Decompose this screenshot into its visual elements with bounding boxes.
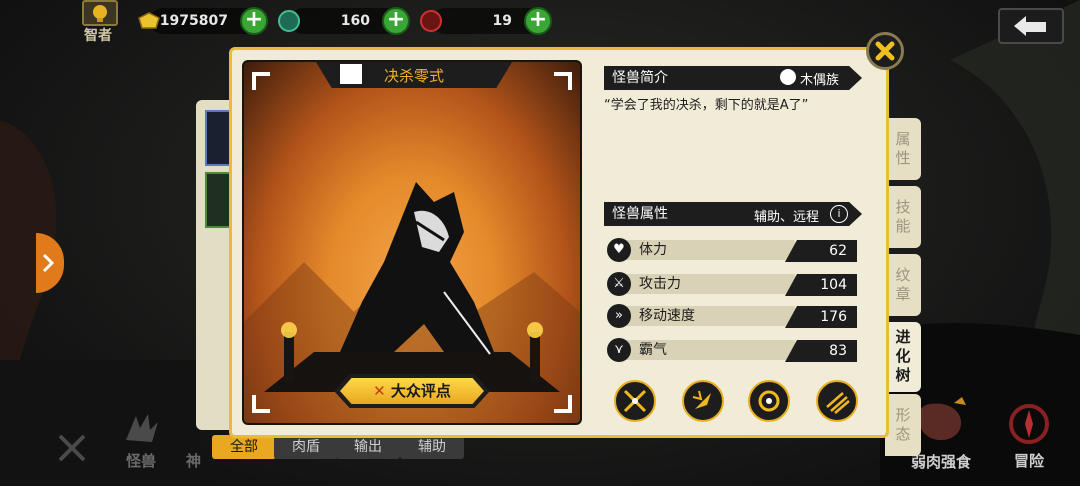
skill-slot-4[interactable] bbox=[816, 380, 858, 422]
target-skill-icon bbox=[758, 390, 780, 412]
close-button[interactable] bbox=[866, 32, 904, 70]
gold-value: 1975807 bbox=[159, 13, 228, 29]
heart-icon: ♥ bbox=[607, 238, 631, 262]
attr-title: 怪兽属性 bbox=[612, 206, 668, 222]
filter-all[interactable]: 全部 bbox=[212, 435, 276, 459]
sword-icon: ⚔ bbox=[607, 272, 631, 296]
expand-left-button[interactable] bbox=[36, 233, 64, 293]
stat-label: 移动速度 bbox=[639, 308, 695, 324]
nav-adventure[interactable]: 冒险 bbox=[1004, 400, 1054, 475]
monster-claw-icon bbox=[126, 414, 158, 442]
intro-title: 怪兽简介 bbox=[612, 70, 668, 86]
race-puppet-icon bbox=[780, 69, 796, 85]
gold-counter: 1975807 + bbox=[138, 7, 268, 35]
green-currency-value: 160 bbox=[340, 13, 370, 29]
add-green-button[interactable]: + bbox=[382, 7, 410, 35]
slash-skill-icon bbox=[826, 392, 850, 414]
chevron-right-icon bbox=[42, 253, 55, 273]
dagger-burst-skill-icon bbox=[692, 390, 711, 409]
stat-hp: ♥ 体力 62 bbox=[607, 238, 857, 262]
stat-value: 176 bbox=[785, 306, 857, 328]
attr-header: 怪兽属性 bbox=[604, 202, 862, 226]
rank-badge[interactable] bbox=[82, 0, 118, 26]
crossed-swords-icon bbox=[58, 434, 86, 462]
stat-value: 62 bbox=[785, 240, 857, 262]
monster-quote: “学会了我的决杀，剩下的就是A了” bbox=[604, 98, 809, 113]
info-icon[interactable]: i bbox=[830, 205, 848, 223]
roles-label: 辅助、远程 bbox=[754, 210, 820, 225]
race-label: 木偶族 bbox=[800, 73, 840, 88]
tab-evolution[interactable]: 进化树 bbox=[885, 322, 921, 392]
crossed-blades-skill-icon bbox=[623, 389, 647, 413]
tab-emblem-label: 纹章 bbox=[895, 266, 911, 303]
speed-icon: » bbox=[607, 304, 631, 328]
tab-attributes-label: 属性 bbox=[895, 130, 911, 167]
tab-emblem[interactable]: 纹章 bbox=[885, 254, 921, 316]
rating-button-label: 大众评点 bbox=[390, 382, 451, 400]
tab-attributes[interactable]: 属性 bbox=[885, 118, 921, 180]
rank-label: 智者 bbox=[84, 28, 112, 44]
green-currency-counter: 160 + bbox=[278, 7, 410, 35]
stat-label: 霸气 bbox=[639, 342, 667, 358]
add-red-button[interactable]: + bbox=[524, 7, 552, 35]
skill-slot-2[interactable] bbox=[682, 380, 724, 422]
compass-icon bbox=[1009, 404, 1049, 444]
ribbon-emblem-icon bbox=[340, 64, 362, 84]
monster-card-art bbox=[244, 72, 580, 423]
close-icon bbox=[875, 41, 895, 61]
gold-ingot-icon bbox=[138, 12, 160, 29]
tab-evolution-label: 进化树 bbox=[895, 328, 911, 384]
nav-monster-label: 怪兽 bbox=[125, 452, 156, 470]
green-crest-icon bbox=[278, 10, 300, 32]
tab-form-label: 形态 bbox=[895, 406, 911, 443]
stat-attack: ⚔ 攻击力 104 bbox=[607, 272, 857, 296]
nav-partial-label: 神 bbox=[186, 452, 202, 470]
stat-label: 体力 bbox=[639, 242, 667, 258]
nav-icon-left[interactable] bbox=[52, 430, 92, 466]
monster-card: 决杀零式 ✕ 大众评点 bbox=[242, 60, 582, 425]
monster-name: 决杀零式 bbox=[384, 67, 445, 85]
bulb-icon bbox=[93, 5, 107, 22]
stat-label: 攻击力 bbox=[639, 276, 681, 292]
filter-support[interactable]: 辅助 bbox=[400, 435, 464, 459]
stat-value: 104 bbox=[785, 274, 857, 296]
nav-adventure-label: 冒险 bbox=[1013, 452, 1044, 470]
tab-skills-label: 技能 bbox=[895, 198, 911, 235]
return-arrow-icon bbox=[1014, 16, 1046, 36]
red-crest-icon bbox=[420, 10, 442, 32]
nav-monster[interactable]: 怪兽 bbox=[118, 410, 164, 470]
tab-form[interactable]: 形态 bbox=[885, 394, 921, 456]
rating-button[interactable]: ✕ 大众评点 bbox=[340, 378, 484, 404]
game-screen: 智者 1975807 + 160 + 19 + 全部 肉盾 输出 辅助 怪兽 神… bbox=[0, 0, 1080, 486]
stat-dominance: ⋎ 霸气 83 bbox=[607, 338, 857, 362]
skill-slot-3[interactable] bbox=[748, 380, 790, 422]
filter-tank[interactable]: 肉盾 bbox=[274, 435, 338, 459]
filter-damage[interactable]: 输出 bbox=[336, 435, 400, 459]
back-button[interactable] bbox=[998, 8, 1064, 44]
skill-slot-1[interactable] bbox=[614, 380, 656, 422]
stat-value: 83 bbox=[785, 340, 857, 362]
red-currency-counter: 19 + bbox=[420, 7, 552, 35]
red-currency-value: 19 bbox=[492, 13, 512, 29]
x-mark-icon: ✕ bbox=[373, 382, 386, 400]
add-gold-button[interactable]: + bbox=[240, 7, 268, 35]
monster-detail-popup: 决杀零式 ✕ 大众评点 怪兽简介 木偶族 “学会了我的决杀，剩下的就是A了” 怪… bbox=[229, 32, 904, 438]
claw-icon: ⋎ bbox=[607, 338, 631, 362]
tab-skills[interactable]: 技能 bbox=[885, 186, 921, 248]
stat-speed: » 移动速度 176 bbox=[607, 304, 857, 328]
